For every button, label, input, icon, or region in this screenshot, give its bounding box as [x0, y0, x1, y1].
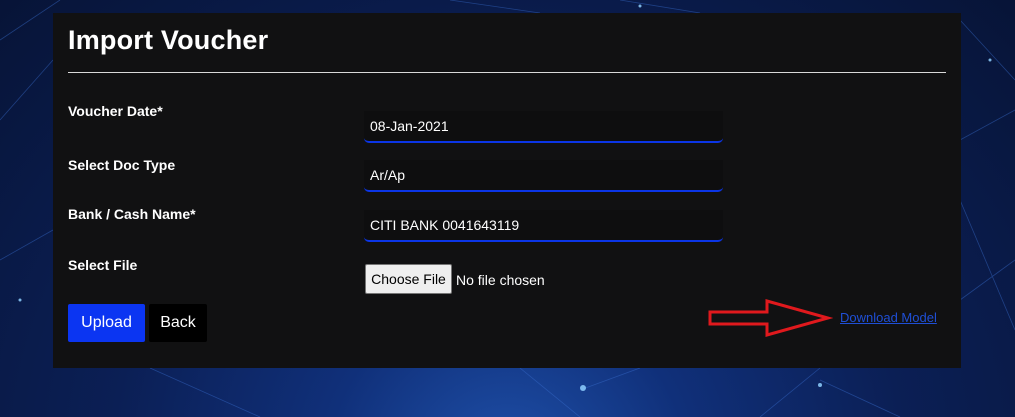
doc-type-select[interactable]	[364, 160, 723, 192]
bank-cash-label: Bank / Cash Name*	[68, 206, 196, 222]
voucher-date-label: Voucher Date*	[68, 103, 163, 119]
download-model-link[interactable]: Download Model	[840, 310, 937, 325]
bank-cash-input[interactable]	[364, 210, 723, 242]
title-divider	[68, 72, 946, 73]
import-voucher-card: Import Voucher Voucher Date* Select Doc …	[53, 13, 961, 368]
page-title: Import Voucher	[68, 25, 269, 55]
select-file-label: Select File	[68, 257, 138, 273]
back-button[interactable]: Back	[149, 304, 207, 342]
upload-button[interactable]: Upload	[68, 304, 145, 342]
doc-type-label: Select Doc Type	[68, 157, 176, 173]
file-status-text: No file chosen	[456, 272, 545, 288]
red-arrow-icon	[708, 299, 833, 337]
voucher-date-input[interactable]	[364, 111, 723, 143]
choose-file-button[interactable]: Choose File	[365, 264, 452, 294]
